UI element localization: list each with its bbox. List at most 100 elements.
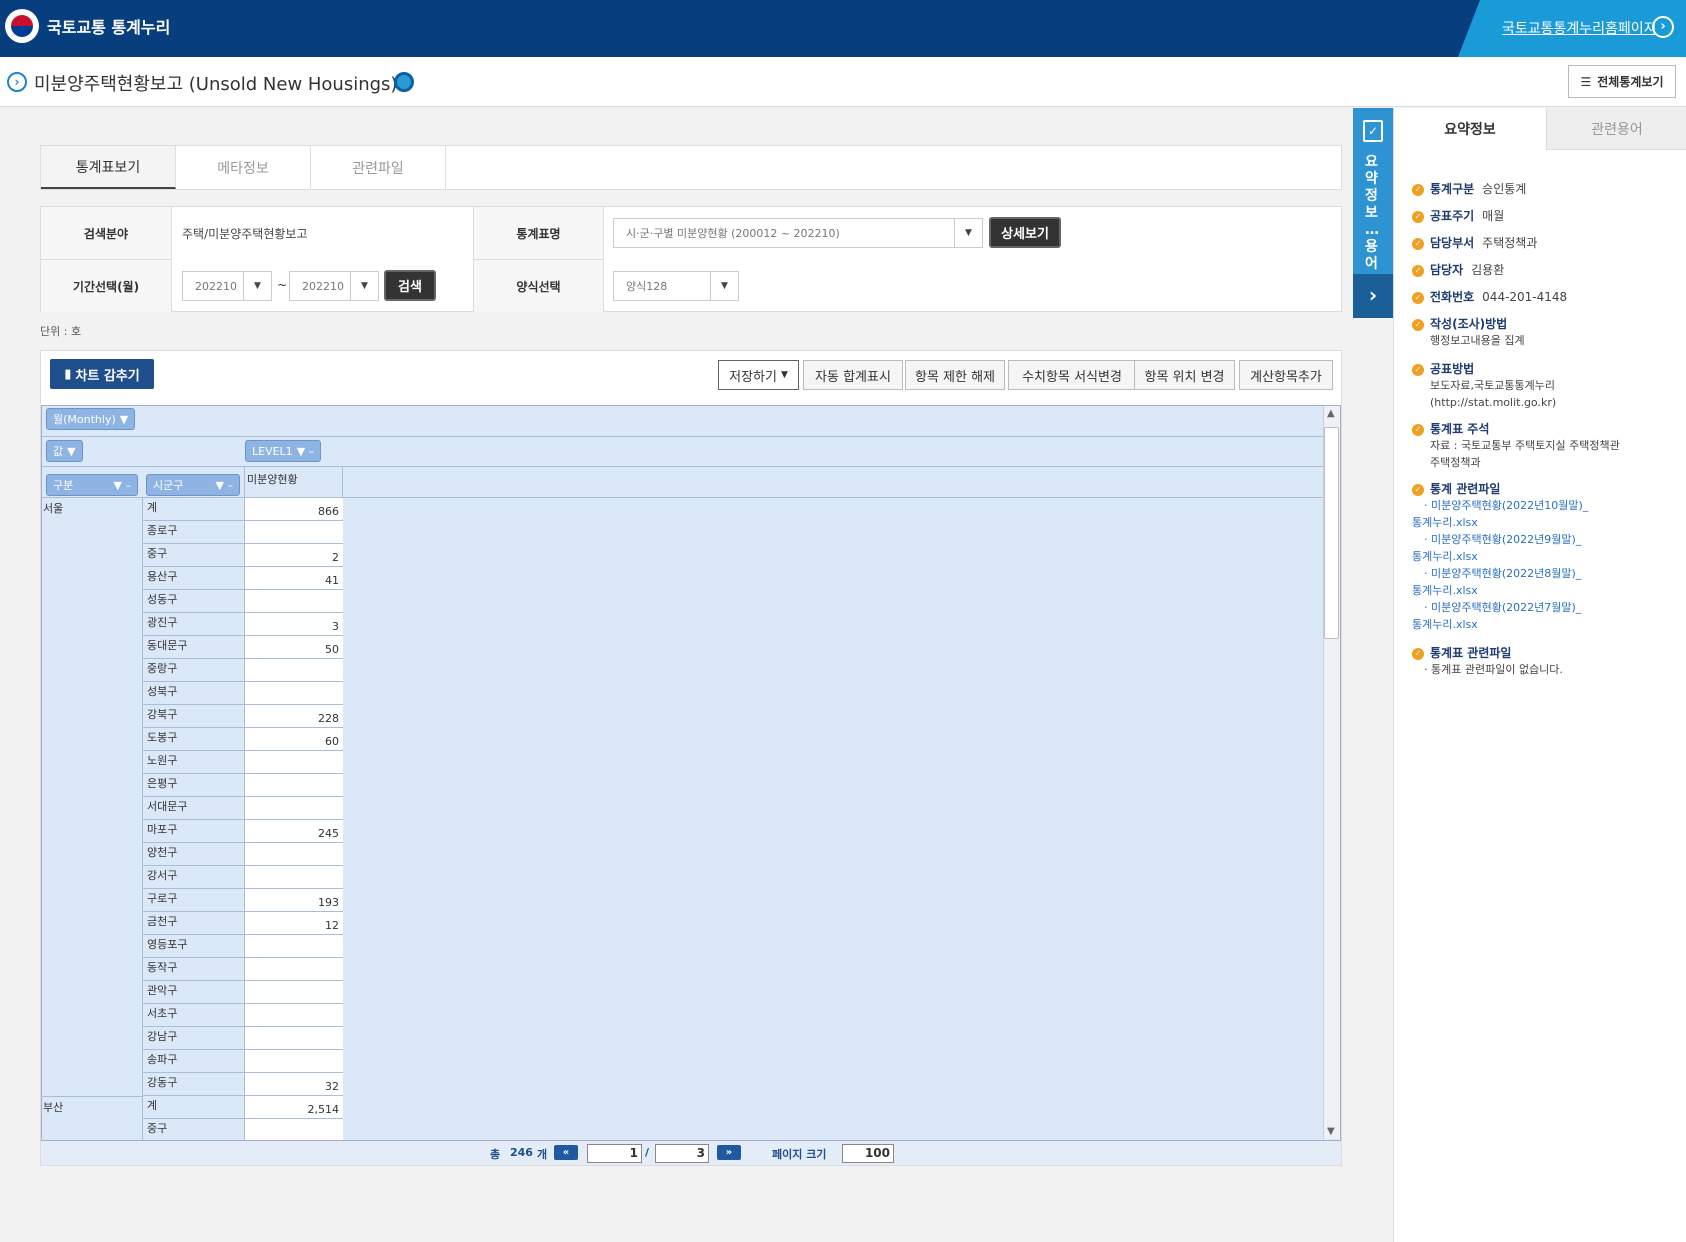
note-item: ✓ 통계표 주석 자료 : 국토교통부 주택토지실 주택정책관 주택정책과 bbox=[1412, 420, 1620, 471]
page-size-input[interactable]: 100 bbox=[842, 1144, 894, 1163]
row-value bbox=[244, 590, 343, 613]
auto-sum-button[interactable]: 자동 합계표시 bbox=[803, 360, 903, 390]
stat-name-label: 통계표명 bbox=[473, 207, 604, 260]
value-pill-label: 값 bbox=[53, 445, 64, 458]
check-icon: ✓ bbox=[1412, 318, 1424, 331]
filter-icon[interactable]: ▼ – bbox=[114, 479, 131, 492]
pivot-grid: 월(Monthly) ▼ 값 ▼ LEVEL1 ▼ – 구분 ▼ – 시군구 ▼… bbox=[41, 405, 1341, 1165]
total-label: 총 bbox=[490, 1148, 501, 1161]
stat-name-select[interactable]: 시·군·구별 미분양현황 (200012 ~ 202210) ▼ bbox=[613, 218, 983, 248]
taegeuk-logo-icon bbox=[5, 9, 39, 43]
filter-icon[interactable]: ▼ bbox=[120, 413, 128, 426]
period-from-select[interactable]: 202210 ▼ bbox=[182, 271, 272, 301]
grid-divider bbox=[42, 466, 1324, 467]
check-icon: ✓ bbox=[1412, 423, 1424, 436]
sigungu-pill[interactable]: 시군구 ▼ – bbox=[146, 474, 240, 496]
row-value bbox=[244, 682, 343, 705]
file-link[interactable]: · 미분양주택현황(2022년8월말)_ 통계누리.xlsx bbox=[1412, 565, 1588, 599]
top-header: 국토교통 통계누리 국토교통통계누리홈페이지 › bbox=[0, 0, 1686, 57]
row-value bbox=[244, 866, 343, 889]
table-files-item: ✓ 통계표 관련파일 · 통계표 관련파일이 없습니다. bbox=[1412, 644, 1563, 678]
monthly-filter-pill[interactable]: 월(Monthly) ▼ bbox=[46, 408, 136, 430]
scroll-up-icon[interactable]: ▲ bbox=[1327, 408, 1335, 419]
save-dropdown[interactable]: 저장하기 ▼ bbox=[718, 360, 799, 390]
current-page-input[interactable]: 1 bbox=[587, 1144, 642, 1163]
summary-key: 전화번호 bbox=[1430, 290, 1475, 304]
row-value bbox=[244, 659, 343, 682]
format-change-button[interactable]: 수치항목 서식변경 bbox=[1008, 360, 1136, 390]
page-size-label: 페이지 크기 bbox=[772, 1148, 827, 1161]
limit-release-button[interactable]: 항목 제한 해제 bbox=[905, 360, 1005, 390]
check-icon: ✓ bbox=[1412, 647, 1424, 660]
tab-summary[interactable]: 요약정보 bbox=[1394, 108, 1546, 150]
tab-related-files[interactable]: 관련파일 bbox=[311, 146, 446, 189]
tab-terms[interactable]: 관련용어 bbox=[1546, 108, 1686, 150]
row-value: 2,514 bbox=[244, 1096, 343, 1119]
format-value: 양식128 bbox=[626, 280, 668, 293]
homepage-link[interactable]: 국토교통통계누리홈페이지 › bbox=[1458, 0, 1686, 57]
tab-meta-info[interactable]: 메타정보 bbox=[176, 146, 311, 189]
note-value-2: 주택정책과 bbox=[1430, 456, 1481, 469]
row-label: 강남구 bbox=[143, 1027, 244, 1050]
period-to-value: 202210 bbox=[302, 279, 344, 293]
field-label: 검색분야 bbox=[41, 207, 172, 260]
value-pill[interactable]: 값 ▼ bbox=[46, 440, 83, 462]
side-tab-label: 요약정보 … 용어 bbox=[1365, 154, 1379, 272]
row-label: 중구 bbox=[143, 1119, 244, 1142]
filter-icon[interactable]: ▼ – bbox=[297, 445, 314, 458]
site-logo[interactable]: 국토교통 통계누리 bbox=[5, 9, 170, 43]
filter-icon[interactable]: ▼ – bbox=[216, 479, 233, 492]
pager: 총 246 개 « 1 / 3 » 페이지 크기 100 bbox=[41, 1140, 1341, 1165]
level1-pill[interactable]: LEVEL1 ▼ – bbox=[245, 440, 322, 462]
gubun-pill-label: 구분 bbox=[53, 479, 74, 492]
side-panel-tab[interactable]: ✓ 요약정보 … 용어 › bbox=[1353, 108, 1393, 318]
grid-vline bbox=[342, 466, 343, 497]
detail-button[interactable]: 상세보기 bbox=[989, 217, 1061, 248]
file-link[interactable]: · 미분양주택현황(2022년9월말)_ 통계누리.xlsx bbox=[1412, 531, 1588, 565]
scrollbar-thumb[interactable] bbox=[1324, 427, 1339, 639]
collapse-panel-icon[interactable]: › bbox=[1353, 274, 1393, 318]
row-value bbox=[244, 751, 343, 774]
row-value: 245 bbox=[244, 820, 343, 843]
total-count: 246 bbox=[510, 1146, 533, 1159]
file-link-line1: · 미분양주택현황(2022년7월말)_ bbox=[1424, 601, 1582, 614]
period-from-value: 202210 bbox=[195, 279, 237, 293]
row-value bbox=[244, 958, 343, 981]
position-change-button[interactable]: 항목 위치 변경 bbox=[1134, 360, 1235, 390]
chart-toggle-button[interactable]: ▮ 차트 감추기 bbox=[50, 359, 154, 389]
scroll-down-icon[interactable]: ▼ bbox=[1327, 1126, 1335, 1137]
row-value: 32 bbox=[244, 1073, 343, 1096]
next-page-icon[interactable]: » bbox=[717, 1145, 741, 1160]
prev-page-icon[interactable]: « bbox=[554, 1145, 578, 1160]
row-value bbox=[244, 1004, 343, 1027]
circle-arrow-icon: › bbox=[7, 72, 27, 92]
method-value: 행정보고내용을 집계 bbox=[1430, 334, 1525, 347]
row-label: 양천구 bbox=[143, 843, 244, 866]
check-icon: ✓ bbox=[1412, 210, 1424, 223]
filter-icon[interactable]: ▼ bbox=[67, 445, 75, 458]
tab-table-view[interactable]: 통계표보기 bbox=[41, 146, 176, 189]
file-link[interactable]: · 미분양주택현황(2022년10월말)_ 통계누리.xlsx bbox=[1412, 497, 1588, 531]
gubun-pill[interactable]: 구분 ▼ – bbox=[46, 474, 138, 496]
summary-item: ✓ 공표주기 매월 bbox=[1412, 207, 1504, 224]
all-stats-button[interactable]: ☰ 전체통계보기 bbox=[1568, 65, 1676, 98]
check-icon: ✓ bbox=[1412, 237, 1424, 250]
sigungu-pill-label: 시군구 bbox=[153, 479, 184, 492]
clipboard-check-icon: ✓ bbox=[1363, 120, 1383, 142]
file-link[interactable]: · 미분양주택현황(2022년7월말)_ 통계누리.xlsx bbox=[1412, 599, 1588, 633]
file-link-line1: · 미분양주택현황(2022년9월말)_ bbox=[1424, 533, 1582, 546]
check-icon: ✓ bbox=[1412, 291, 1424, 304]
search-button[interactable]: 검색 bbox=[384, 270, 436, 301]
row-value bbox=[244, 774, 343, 797]
format-select[interactable]: 양식128 ▼ bbox=[613, 271, 739, 301]
row-label: 금천구 bbox=[143, 912, 244, 935]
content-tabs: 통계표보기 메타정보 관련파일 bbox=[40, 145, 1342, 190]
homepage-link-label: 국토교통통계누리홈페이지 bbox=[1502, 21, 1657, 37]
page-title: 미분양주택현황보고 (Unsold New Housings) bbox=[34, 74, 398, 95]
period-to-select[interactable]: 202210 ▼ bbox=[289, 271, 379, 301]
file-link-line2: 통계누리.xlsx bbox=[1412, 550, 1478, 563]
row-label: 성동구 bbox=[143, 590, 244, 613]
calc-add-button[interactable]: 계산항목추가 bbox=[1239, 360, 1333, 390]
row-label: 구로구 bbox=[143, 889, 244, 912]
field-value: 주택/미분양주택현황보고 bbox=[182, 227, 308, 241]
